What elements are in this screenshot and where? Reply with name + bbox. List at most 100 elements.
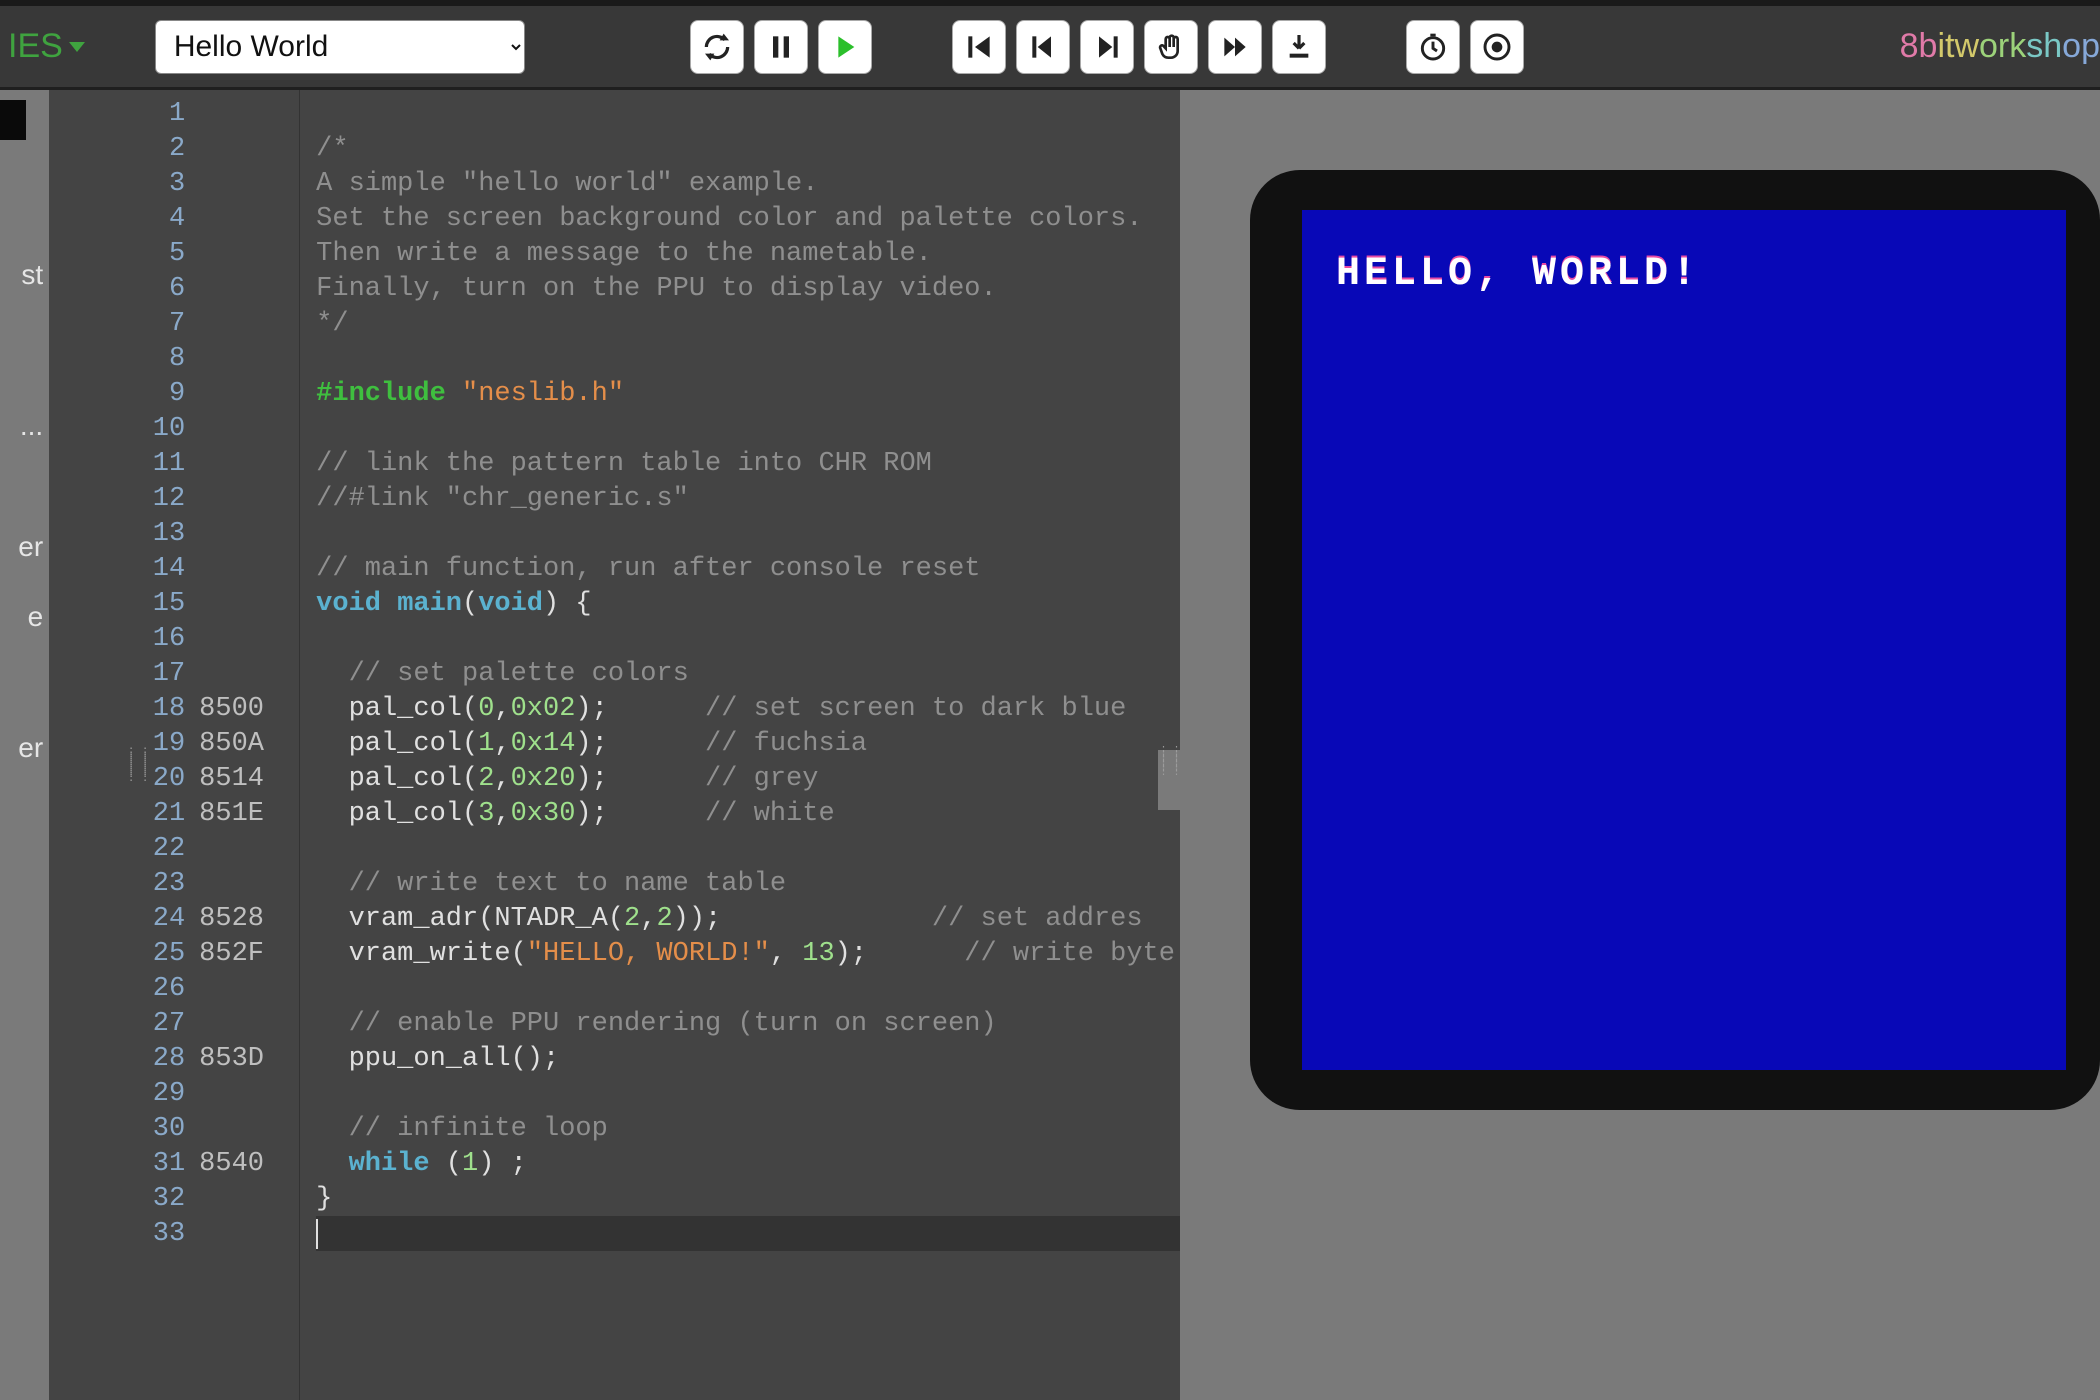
download-button[interactable] [1272,20,1326,74]
resize-grip-left[interactable]: ⋮⋮⋮⋮⋮⋮⋮⋮⋮⋮ [125,750,153,780]
line-number: 24 [49,904,199,934]
file-select[interactable]: Hello World [155,20,525,74]
code-line[interactable]: // infinite loop [316,1111,1180,1146]
code-token: Set the screen background color and pale… [316,204,1142,234]
code-line[interactable]: while (1) ; [316,1146,1180,1181]
step-back-button[interactable] [1016,20,1070,74]
code-line[interactable]: // link the pattern table into CHR ROM [316,446,1180,481]
code-line[interactable]: // set palette colors [316,656,1180,691]
gutter-line: 23 [49,866,299,901]
sidebar-item-label: ... [20,410,43,441]
code-line[interactable]: Then write a message to the nametable. [316,236,1180,271]
code-token: , [770,939,802,969]
main-area: st ... er e er 1234567891011121314151617… [0,90,2100,1400]
code-line[interactable] [316,96,1180,131]
code-line[interactable] [316,831,1180,866]
code-line[interactable]: pal_col(0,0x02); // set screen to dark b… [316,691,1180,726]
gutter-line: 248528 [49,901,299,936]
code-token: /* [316,134,348,164]
resize-grip-right[interactable]: ⋮⋮⋮⋮⋮⋮⋮⋮⋮⋮ [1158,750,1180,810]
code-line[interactable]: */ [316,306,1180,341]
gutter-line: 29 [49,1076,299,1111]
sidebar-item[interactable]: ... [0,321,49,472]
sidebar-item[interactable]: er [0,663,49,794]
rebuild-button[interactable] [690,20,744,74]
code-line[interactable]: #include "neslib.h" [316,376,1180,411]
sidebar-item-label: st [21,259,43,290]
code-line[interactable]: pal_col(2,0x20); // grey [316,761,1180,796]
gutter-line: 16 [49,621,299,656]
code-token: "neslib.h" [462,379,624,409]
pause-button[interactable] [754,20,808,74]
sidebar-item[interactable]: er [0,472,49,593]
code-line[interactable]: //#link "chr_generic.s" [316,481,1180,516]
code-token: 0 [478,694,494,724]
code-line[interactable] [316,1076,1180,1111]
emulator-output-text: HELLO, WORLD! [1336,252,1700,297]
gutter-line: 21851E [49,796,299,831]
code-token: void [316,589,397,619]
code-token [316,1149,348,1179]
code-line[interactable]: // write text to name table [316,866,1180,901]
code-line[interactable] [316,1216,1180,1251]
code-token [316,1009,348,1039]
sidebar-item[interactable]: st [0,230,49,321]
emulator-screen[interactable]: HELLO, WORLD! [1302,210,2066,1070]
gutter-line: 318540 [49,1146,299,1181]
code-token: // main function, run after console rese… [316,554,980,584]
download-icon [1283,31,1315,63]
platform-dropdown[interactable]: IES [8,27,95,66]
code-token: pal_col( [316,694,478,724]
refresh-icon [701,31,733,63]
step-out-button[interactable] [1144,20,1198,74]
sidebar-item[interactable]: e [0,592,49,663]
code-line[interactable]: vram_adr(NTADR_A(2,2)); // set addres [316,901,1180,936]
step-button[interactable] [1080,20,1134,74]
line-number: 13 [49,519,199,549]
code-line[interactable]: // main function, run after console rese… [316,551,1180,586]
line-number: 29 [49,1079,199,1109]
code-token: #include [316,379,462,409]
code-token: // enable PPU rendering (turn on screen) [349,1009,997,1039]
code-token [316,1114,348,1144]
address-label: 853D [199,1044,279,1074]
toolbar: IES Hello World [0,0,2100,90]
code-line[interactable]: vram_write("HELLO, WORLD!", 13); // writ… [316,936,1180,971]
code-line[interactable]: void main(void) { [316,586,1180,621]
emulator-bezel: HELLO, WORLD! [1250,170,2100,1110]
code-token: 1 [478,729,494,759]
code-line[interactable]: ppu_on_all(); [316,1041,1180,1076]
record-button[interactable] [1470,20,1524,74]
hand-icon [1155,31,1187,63]
code-line[interactable]: // enable PPU rendering (turn on screen) [316,1006,1180,1041]
line-number: 25 [49,939,199,969]
code-line[interactable] [316,411,1180,446]
code-line[interactable] [316,341,1180,376]
code-line[interactable] [316,621,1180,656]
code-token: 3 [478,799,494,829]
brand-logo: 8bitworkshop [1900,6,2100,87]
code-line[interactable]: } [316,1181,1180,1216]
line-number: 30 [49,1114,199,1144]
code-line[interactable]: pal_col(3,0x30); // white [316,796,1180,831]
play-button[interactable] [818,20,872,74]
code-line[interactable]: A simple "hello world" example. [316,166,1180,201]
code-area[interactable]: /*A simple "hello world" example.Set the… [299,90,1180,1400]
code-line[interactable]: /* [316,131,1180,166]
code-line[interactable] [316,516,1180,551]
code-token: // set addres [932,904,1143,934]
restart-button[interactable] [952,20,1006,74]
code-line[interactable]: Finally, turn on the PPU to display vide… [316,271,1180,306]
line-number: 27 [49,1009,199,1039]
code-line[interactable]: Set the screen background color and pale… [316,201,1180,236]
gutter-line: 5 [49,236,299,271]
code-token: 1 [462,1149,478,1179]
fast-forward-button[interactable] [1208,20,1262,74]
play-icon [829,31,861,63]
code-line[interactable]: pal_col(1,0x14); // fuchsia [316,726,1180,761]
code-line[interactable] [316,971,1180,1006]
code-editor[interactable]: 123456789101112131415161718850019850A208… [49,90,1180,1400]
line-number: 12 [49,484,199,514]
timing-button[interactable] [1406,20,1460,74]
address-label: 852F [199,939,279,969]
